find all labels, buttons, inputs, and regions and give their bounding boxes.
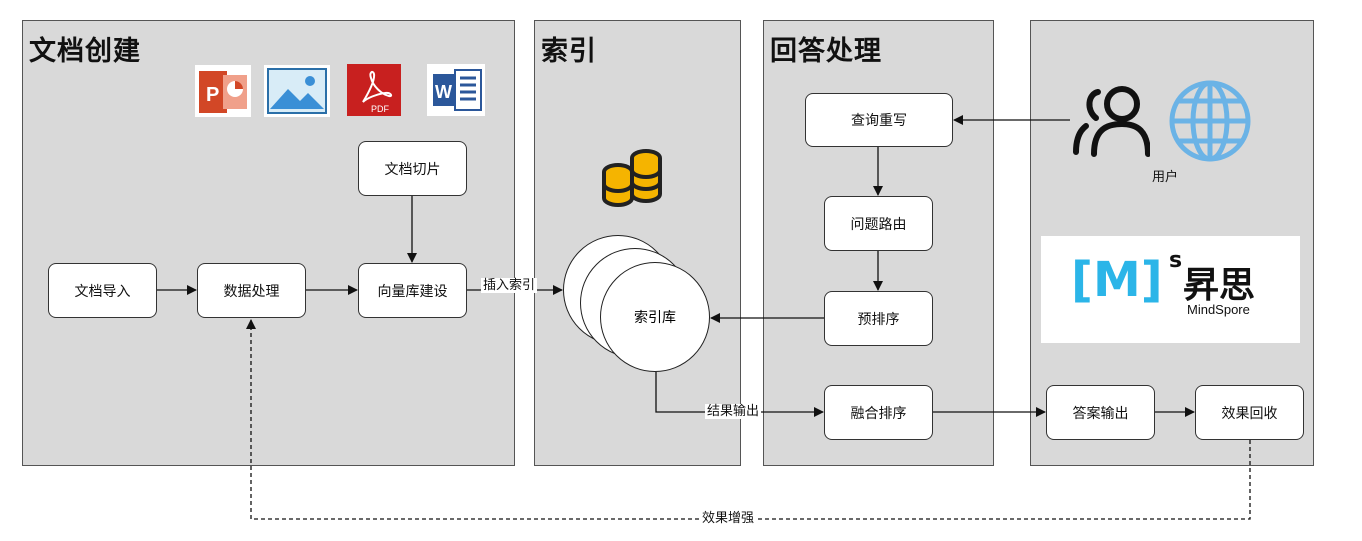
connectors <box>157 115 1251 520</box>
edge-feedback-to-processing <box>246 319 1251 520</box>
edge-label-insert-index: 插入索引 <box>481 278 538 293</box>
edge-label-effect-enhance: 效果增强 <box>700 511 757 526</box>
edge-label-result-output: 结果输出 <box>705 404 762 419</box>
